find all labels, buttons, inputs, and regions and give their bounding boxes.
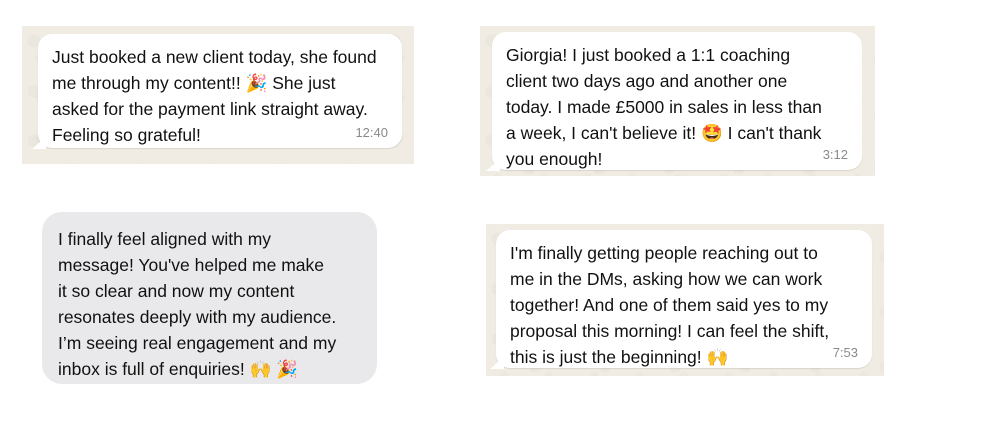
message-bubble-3[interactable]: I finally feel aligned with my message! … [42, 212, 377, 384]
message-time-1: 12:40 [355, 125, 388, 140]
message-bubble-1[interactable]: Just booked a new client today, she foun… [32, 34, 402, 149]
chat-panel-2: Giorgia! I just booked a 1:1 coaching cl… [480, 26, 875, 176]
message-bubble-2[interactable]: Giorgia! I just booked a 1:1 coaching cl… [486, 32, 862, 171]
bubble-tail [32, 137, 46, 149]
message-bubble-4[interactable]: I'm finally getting people reaching out … [490, 230, 872, 369]
bubble-tail [486, 159, 500, 171]
chat-panel-1: Just booked a new client today, she foun… [22, 26, 414, 164]
message-time-2: 3:12 [822, 147, 848, 162]
message-text-3: I finally feel aligned with my message! … [58, 229, 337, 379]
message-text-1: Just booked a new client today, she foun… [52, 47, 377, 145]
chat-panel-4: I'm finally getting people reaching out … [486, 224, 884, 376]
bubble-tail [490, 357, 504, 369]
message-text-2: Giorgia! I just booked a 1:1 coaching cl… [506, 45, 822, 169]
message-text-4: I'm finally getting people reaching out … [510, 243, 830, 367]
message-time-4: 7:53 [832, 345, 858, 360]
